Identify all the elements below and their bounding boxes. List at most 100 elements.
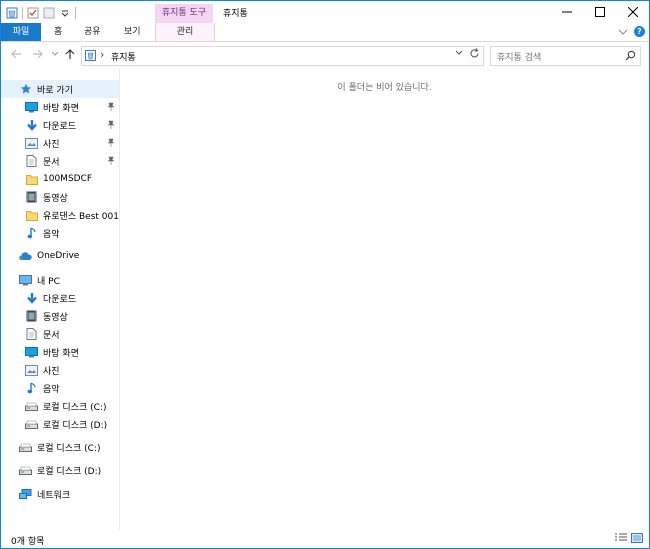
desktop-icon (25, 346, 38, 358)
search-icon[interactable] (625, 50, 636, 64)
maximize-button[interactable] (583, 1, 616, 23)
sidebar-item-drive-c-pc[interactable]: 로컬 디스크 (C:) (1, 397, 119, 415)
sidebar-item-label: 바로 가기 (37, 85, 73, 96)
sidebar-item-music-quick[interactable]: 음악 (1, 224, 119, 242)
recent-locations-button[interactable] (48, 47, 62, 61)
qat-separator (75, 7, 76, 19)
empty-folder-message: 이 폴더는 비어 있습니다. (337, 83, 432, 93)
new-folder-icon[interactable] (43, 7, 55, 19)
search-box[interactable]: 휴지통 검색 (490, 46, 641, 66)
videos-icon (25, 191, 38, 203)
pictures-icon (25, 364, 38, 376)
documents-icon (25, 155, 38, 167)
title-bar: 휴지통 도구 휴지통 (1, 1, 649, 23)
back-button[interactable] (9, 47, 23, 61)
tab-manage[interactable]: 관리 (155, 23, 215, 41)
folder-icon (25, 209, 38, 221)
close-icon (627, 7, 638, 17)
recycle-bin-small-icon[interactable] (6, 7, 18, 19)
star-icon (19, 83, 32, 95)
qat-separator (22, 7, 23, 19)
sidebar-item-drive-d-pc[interactable]: 로컬 디스크 (D:) (1, 415, 119, 433)
tab-share[interactable]: 공유 (84, 23, 101, 41)
sidebar-item-pictures-pc[interactable]: 사진 (1, 361, 119, 379)
sidebar-item-documents-pinned[interactable]: 문서 (1, 152, 119, 170)
sidebar-item-documents-pc[interactable]: 문서 (1, 325, 119, 343)
drive-icon (19, 441, 32, 453)
sidebar-item-label: OneDrive (37, 251, 80, 261)
sidebar-item-label: 사진 (43, 139, 60, 150)
help-icon[interactable]: ? (634, 26, 645, 37)
documents-icon (25, 328, 38, 340)
address-bar[interactable]: › 휴지통 (81, 46, 484, 66)
folder-icon (25, 173, 38, 185)
properties-icon[interactable] (27, 7, 39, 19)
up-button[interactable] (63, 47, 77, 61)
sidebar-item-this-pc[interactable]: 내 PC (1, 271, 119, 289)
sidebar-item-label: 바탕 화면 (43, 348, 79, 359)
tab-home[interactable]: 홈 (54, 23, 62, 41)
sidebar-item-downloads-pc[interactable]: 다운로드 (1, 289, 119, 307)
pin-icon[interactable] (107, 120, 115, 132)
sidebar-item-desktop-pc[interactable]: 바탕 화면 (1, 343, 119, 361)
chevron-down-icon[interactable] (59, 7, 71, 19)
sidebar-item-label: 유로댄스 Best 001- (43, 211, 120, 222)
window-title: 휴지통 (223, 9, 248, 19)
ribbon-tabs: 파일 홈 공유 보기 관리 ? (1, 23, 649, 42)
sidebar-item-drive-d[interactable]: 로컬 디스크 (D:) (1, 461, 119, 479)
sidebar-item-network[interactable]: 네트워크 (1, 485, 119, 503)
sidebar-item-100msdcf[interactable]: 100MSDCF (1, 170, 119, 188)
breadcrumb-current[interactable]: 휴지통 (111, 50, 136, 63)
item-count: 0개 항목 (11, 537, 45, 547)
address-dropdown-icon[interactable] (455, 48, 463, 59)
sidebar-item-music-pc[interactable]: 음악 (1, 379, 119, 397)
status-bar: 0개 항목 (1, 530, 649, 548)
navigation-pane: 바로 가기 바탕 화면 다운로드 사진 문서 100MSDCF 동영상 유로댄스… (1, 69, 120, 530)
search-input[interactable]: 휴지통 검색 (497, 50, 541, 63)
sidebar-item-desktop-pinned[interactable]: 바탕 화면 (1, 98, 119, 116)
recycle-bin-icon (85, 50, 96, 64)
maximize-icon (594, 7, 605, 17)
large-icons-view-icon[interactable] (631, 533, 643, 546)
drive-icon (25, 418, 38, 430)
videos-icon (25, 310, 38, 322)
sidebar-item-videos-pc[interactable]: 동영상 (1, 307, 119, 325)
tab-view[interactable]: 보기 (124, 23, 141, 41)
caption-buttons (550, 1, 649, 23)
music-icon (25, 382, 38, 394)
drive-icon (25, 400, 38, 412)
sidebar-item-drive-c[interactable]: 로컬 디스크 (C:) (1, 438, 119, 456)
breadcrumb-chevron-icon[interactable]: › (100, 48, 104, 61)
sidebar-item-label: 동영상 (43, 312, 68, 323)
tab-file[interactable]: 파일 (1, 23, 41, 41)
pin-icon[interactable] (107, 138, 115, 150)
pin-icon[interactable] (107, 156, 115, 168)
sidebar-item-onedrive[interactable]: OneDrive (1, 247, 119, 265)
sidebar-item-downloads-pinned[interactable]: 다운로드 (1, 116, 119, 134)
onedrive-icon (19, 250, 32, 262)
minimize-button[interactable] (550, 1, 583, 23)
close-button[interactable] (616, 1, 649, 23)
sidebar-item-videos-quick[interactable]: 동영상 (1, 188, 119, 206)
arrow-up-icon (65, 48, 75, 59)
forward-button[interactable] (30, 47, 44, 61)
sidebar-item-label: 문서 (43, 157, 60, 168)
sidebar-item-quick-access[interactable]: 바로 가기 (1, 80, 119, 98)
expand-ribbon-icon[interactable] (618, 28, 628, 36)
sidebar-item-pictures-pinned[interactable]: 사진 (1, 134, 119, 152)
sidebar-item-label: 사진 (43, 366, 60, 377)
details-view-icon[interactable] (615, 533, 627, 546)
context-tab-group-label: 휴지통 도구 (155, 4, 213, 23)
pc-icon (19, 274, 32, 286)
sidebar-item-eurodance-folder[interactable]: 유로댄스 Best 001- (1, 206, 119, 224)
download-icon (25, 292, 38, 304)
pin-icon[interactable] (107, 102, 115, 114)
view-toggle (615, 533, 643, 546)
sidebar-item-label: 다운로드 (43, 121, 77, 132)
sidebar-item-label: 내 PC (37, 276, 60, 287)
download-icon (25, 119, 38, 131)
refresh-icon[interactable] (469, 48, 480, 62)
network-icon (19, 488, 32, 500)
file-list-area[interactable]: 이 폴더는 비어 있습니다. (120, 69, 649, 530)
sidebar-item-label: 음악 (43, 229, 60, 240)
